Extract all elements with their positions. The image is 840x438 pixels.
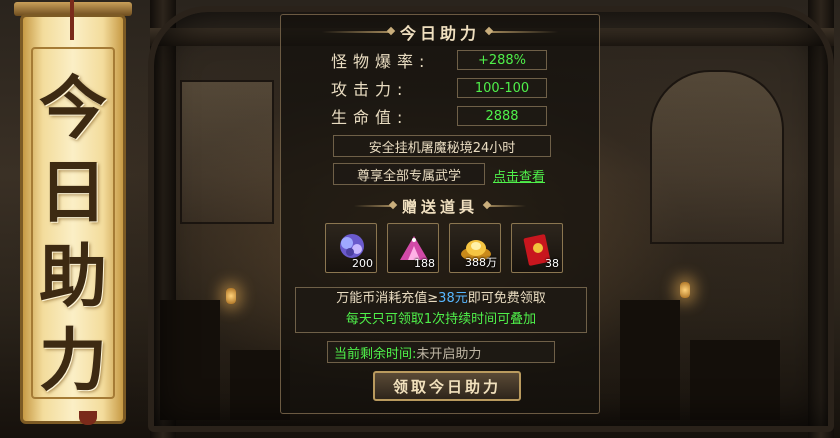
item-count: 388万 bbox=[465, 256, 497, 269]
condition-prefix: 万能币消耗充值≥ bbox=[336, 291, 439, 306]
timer-label: 当前剩余时间: bbox=[334, 346, 417, 362]
banner-tassel bbox=[79, 411, 97, 425]
condition-suffix: 即可免费领取 bbox=[467, 291, 546, 306]
banner-scroll: 今 日 助 力 bbox=[20, 14, 126, 425]
title-ornament-right bbox=[486, 205, 526, 207]
stat-value: 2888 bbox=[457, 106, 547, 126]
stat-label: 怪物爆率: bbox=[331, 52, 431, 71]
stat-value: +288% bbox=[457, 50, 547, 70]
recharge-condition: 万能币消耗充值≥ 38元 即可免费领取 bbox=[296, 288, 586, 309]
banner-char-3: 助 bbox=[38, 237, 107, 317]
stat-hp: 生命值: 2888 bbox=[331, 105, 547, 127]
gift-item[interactable]: 200 bbox=[325, 223, 377, 273]
banner-cord bbox=[70, 0, 74, 40]
claim-boost-button[interactable]: 领取今日助力 bbox=[373, 371, 521, 401]
view-details-link[interactable]: 点击查看 bbox=[493, 166, 545, 185]
title-ornament-left bbox=[321, 31, 392, 33]
stat-label: 攻击力: bbox=[331, 80, 409, 99]
panel-title-row: 今日助力 bbox=[281, 21, 599, 43]
safe-afk-text: 安全挂机屠魔秘境24小时 bbox=[333, 135, 551, 157]
item-count: 38 bbox=[545, 257, 559, 270]
stat-value: 100-100 bbox=[457, 78, 547, 98]
daily-boost-panel: 今日助力 怪物爆率: +288% 攻击力: 100-100 生命值: 2888 … bbox=[280, 14, 600, 414]
recharge-info-box: 万能币消耗充值≥ 38元 即可免费领取 每天只可领取1次持续时间可叠加 bbox=[295, 287, 587, 333]
stat-drop-rate: 怪物爆率: +288% bbox=[331, 49, 547, 71]
timer-value: 未开启助力 bbox=[416, 346, 482, 362]
stat-label: 生命值: bbox=[331, 108, 409, 127]
item-count: 188 bbox=[414, 257, 435, 270]
banner-char-2: 日 bbox=[38, 153, 107, 233]
title-ornament-right bbox=[488, 31, 558, 33]
stat-attack: 攻击力: 100-100 bbox=[331, 77, 547, 99]
exclusive-skills-text: 尊享全部专属武学 bbox=[333, 163, 485, 185]
banner-text: 今 日 助 力 bbox=[23, 67, 123, 403]
banner-char-1: 今 bbox=[38, 69, 107, 149]
panel-title: 今日助力 bbox=[399, 24, 480, 43]
title-ornament-left bbox=[353, 205, 394, 207]
condition-amount: 38元 bbox=[438, 291, 468, 306]
gift-title-row: 赠送道具 bbox=[281, 195, 599, 217]
banner-char-4: 力 bbox=[38, 321, 107, 401]
remaining-time: 当前剩余时间: 未开启助力 bbox=[327, 341, 555, 363]
gift-title: 赠送道具 bbox=[401, 197, 478, 216]
gift-item[interactable]: 188 bbox=[387, 223, 439, 273]
title-banner: 今 日 助 力 bbox=[8, 0, 138, 432]
item-count: 200 bbox=[352, 257, 373, 270]
daily-limit-note: 每天只可领取1次持续时间可叠加 bbox=[345, 312, 537, 327]
gift-item[interactable]: 388万 bbox=[449, 223, 501, 273]
gift-items: 200 188 388万 38 bbox=[325, 223, 563, 273]
gift-item[interactable]: 38 bbox=[511, 223, 563, 273]
